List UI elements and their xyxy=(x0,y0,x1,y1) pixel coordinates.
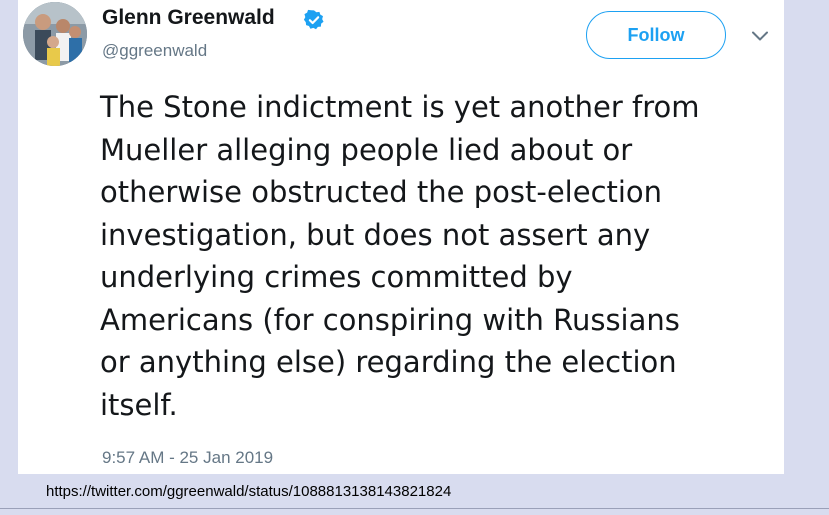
chevron-down-icon[interactable] xyxy=(751,30,769,42)
avatar[interactable] xyxy=(23,2,87,66)
tweet-card: Glenn Greenwald @ggreenwald Follow The S… xyxy=(18,0,784,474)
tweet-text: The Stone indictment is yet another from… xyxy=(100,86,782,426)
tweet-text-line: or anything else) regarding the election xyxy=(100,345,677,379)
verified-badge-icon xyxy=(303,9,324,30)
author-handle[interactable]: @ggreenwald xyxy=(102,41,207,61)
profile-photo-image xyxy=(23,2,87,66)
divider xyxy=(0,508,829,509)
author-display-name[interactable]: Glenn Greenwald xyxy=(102,6,275,30)
tweet-text-line: investigation, but does not assert any xyxy=(100,217,651,252)
follow-button[interactable]: Follow xyxy=(586,11,726,59)
tweet-text-line: Mueller alleging people lied about or xyxy=(100,132,633,167)
tweet-text-line: The Stone indictment is yet another from xyxy=(100,90,700,124)
tweet-timestamp[interactable]: 9:57 AM - 25 Jan 2019 xyxy=(102,448,273,468)
tweet-text-line: Americans (for conspiring with Russians xyxy=(100,302,680,337)
tweet-text-line: underlying crimes committed by xyxy=(100,260,573,294)
source-url[interactable]: https://twitter.com/ggreenwald/status/10… xyxy=(46,483,451,500)
tweet-text-line: itself. xyxy=(100,387,178,422)
tweet-text-line: otherwise obstructed the post-election xyxy=(100,175,663,209)
